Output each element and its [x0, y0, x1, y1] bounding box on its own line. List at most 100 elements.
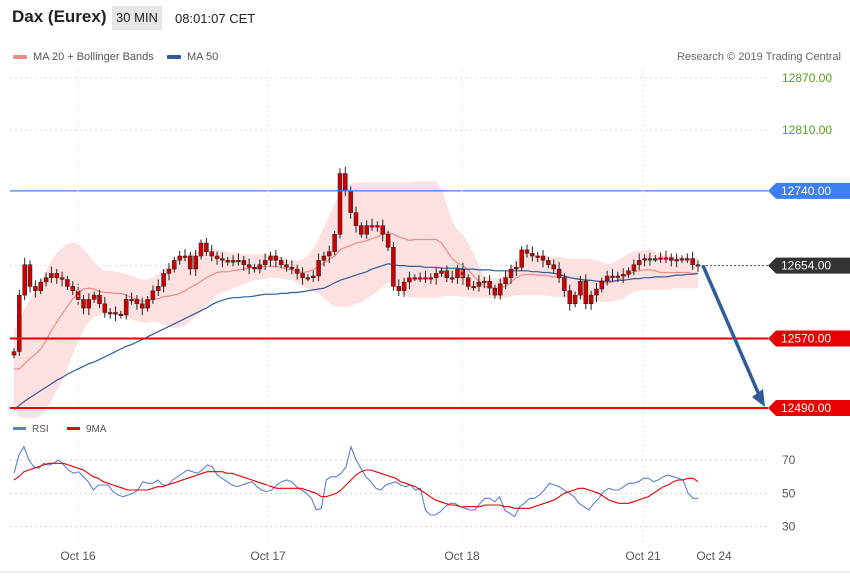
candle-body [530, 253, 535, 257]
candle-body [647, 258, 653, 261]
candle-body [49, 273, 54, 278]
candle-body [487, 280, 492, 289]
candle-body [300, 273, 305, 278]
candle-body [610, 275, 615, 278]
candle-body [262, 260, 268, 265]
candle-body [401, 281, 407, 292]
candle-body [503, 277, 508, 285]
candle-body [353, 212, 359, 226]
candle-body [97, 294, 102, 305]
candle-body [653, 258, 658, 261]
candle-body [369, 225, 375, 228]
x-tick-label: Oct 18 [444, 549, 480, 563]
candle-body [685, 258, 690, 261]
candle-body [161, 273, 166, 287]
candle-body [615, 275, 621, 278]
candle-body [385, 234, 391, 248]
candle-body [33, 286, 38, 291]
candle-body [214, 255, 220, 259]
candle-body [145, 299, 150, 309]
candle-body [182, 255, 188, 258]
candle-body [38, 281, 43, 292]
candle-body [113, 312, 118, 315]
candle-body [636, 260, 642, 265]
x-tick-label: Oct 24 [696, 549, 732, 563]
candle-body [284, 264, 289, 268]
candle-body [188, 255, 193, 270]
candle-body [498, 283, 503, 296]
chart-canvas[interactable]: 12870.00 12810.00 12740.00 12654.00 12570.00… [0, 0, 850, 576]
candle-body [471, 286, 476, 289]
candle-body [22, 264, 27, 296]
candle-body [594, 288, 599, 296]
candle-body [316, 260, 321, 277]
candle-body [278, 260, 284, 265]
candle-body [391, 247, 396, 287]
candle-body [81, 299, 86, 309]
x-tick-label: Oct 17 [250, 549, 286, 563]
candle-body [91, 294, 97, 300]
candle-body [407, 277, 412, 283]
candle-body [663, 257, 669, 260]
candle-body [332, 234, 337, 252]
candle-body [540, 255, 546, 261]
candle-body [246, 264, 252, 268]
candle-body [107, 312, 113, 315]
candle-body [337, 173, 343, 235]
candle-body [311, 275, 316, 278]
candle-body [230, 260, 236, 263]
candle-body [572, 294, 578, 305]
rsi-legend-label: 9MA [86, 424, 107, 435]
candle-body [252, 267, 257, 270]
candle-body [546, 260, 551, 265]
x-tick-label: Oct 21 [625, 549, 661, 563]
rsi-legend-swatch [67, 427, 80, 430]
candle-body [578, 280, 583, 296]
candle-body [43, 277, 49, 283]
candle-body [482, 280, 487, 283]
candle-body [27, 264, 33, 287]
candle-body [59, 277, 65, 280]
candle-body [305, 277, 311, 280]
projection-arrow-line [701, 264, 762, 398]
candle-body [198, 242, 204, 257]
candle-body [562, 277, 567, 291]
candle-body [166, 268, 172, 274]
candle-body [375, 225, 380, 228]
candle-body [669, 257, 674, 261]
candle-body [289, 267, 295, 270]
candle-body [129, 299, 134, 302]
candle-body [455, 268, 460, 279]
candle-body [225, 260, 231, 263]
candle-body [556, 268, 562, 279]
candle-body [524, 249, 530, 254]
candle-body [177, 255, 182, 261]
rsi-legend-label: RSI [32, 424, 49, 435]
candle-body [102, 303, 108, 313]
rsi-tick-label: 70 [782, 453, 796, 467]
candle-body [140, 303, 145, 309]
candle-body [620, 274, 626, 277]
candle-body [257, 264, 263, 270]
candle-body [364, 225, 369, 235]
candle-body [690, 258, 695, 265]
projection [701, 264, 765, 407]
candle-body [423, 277, 428, 280]
rsi-panel: 30 50 70 [10, 444, 796, 534]
x-tick-label: Oct 16 [60, 549, 96, 563]
candle-body [428, 277, 434, 280]
candle-body [519, 249, 524, 268]
candle-body [54, 273, 60, 278]
candle-body [193, 255, 198, 270]
rsi-legend-swatch [13, 427, 26, 430]
candle-body [444, 270, 450, 278]
candle-body [17, 294, 22, 352]
candle-body [156, 286, 161, 291]
candle-body [631, 264, 637, 272]
rsi-tick-label: 30 [782, 520, 796, 534]
candle-body [348, 190, 353, 213]
candle-body [134, 299, 140, 304]
candle-body [492, 287, 498, 296]
candle-body [514, 267, 519, 270]
candle-body [412, 277, 418, 280]
